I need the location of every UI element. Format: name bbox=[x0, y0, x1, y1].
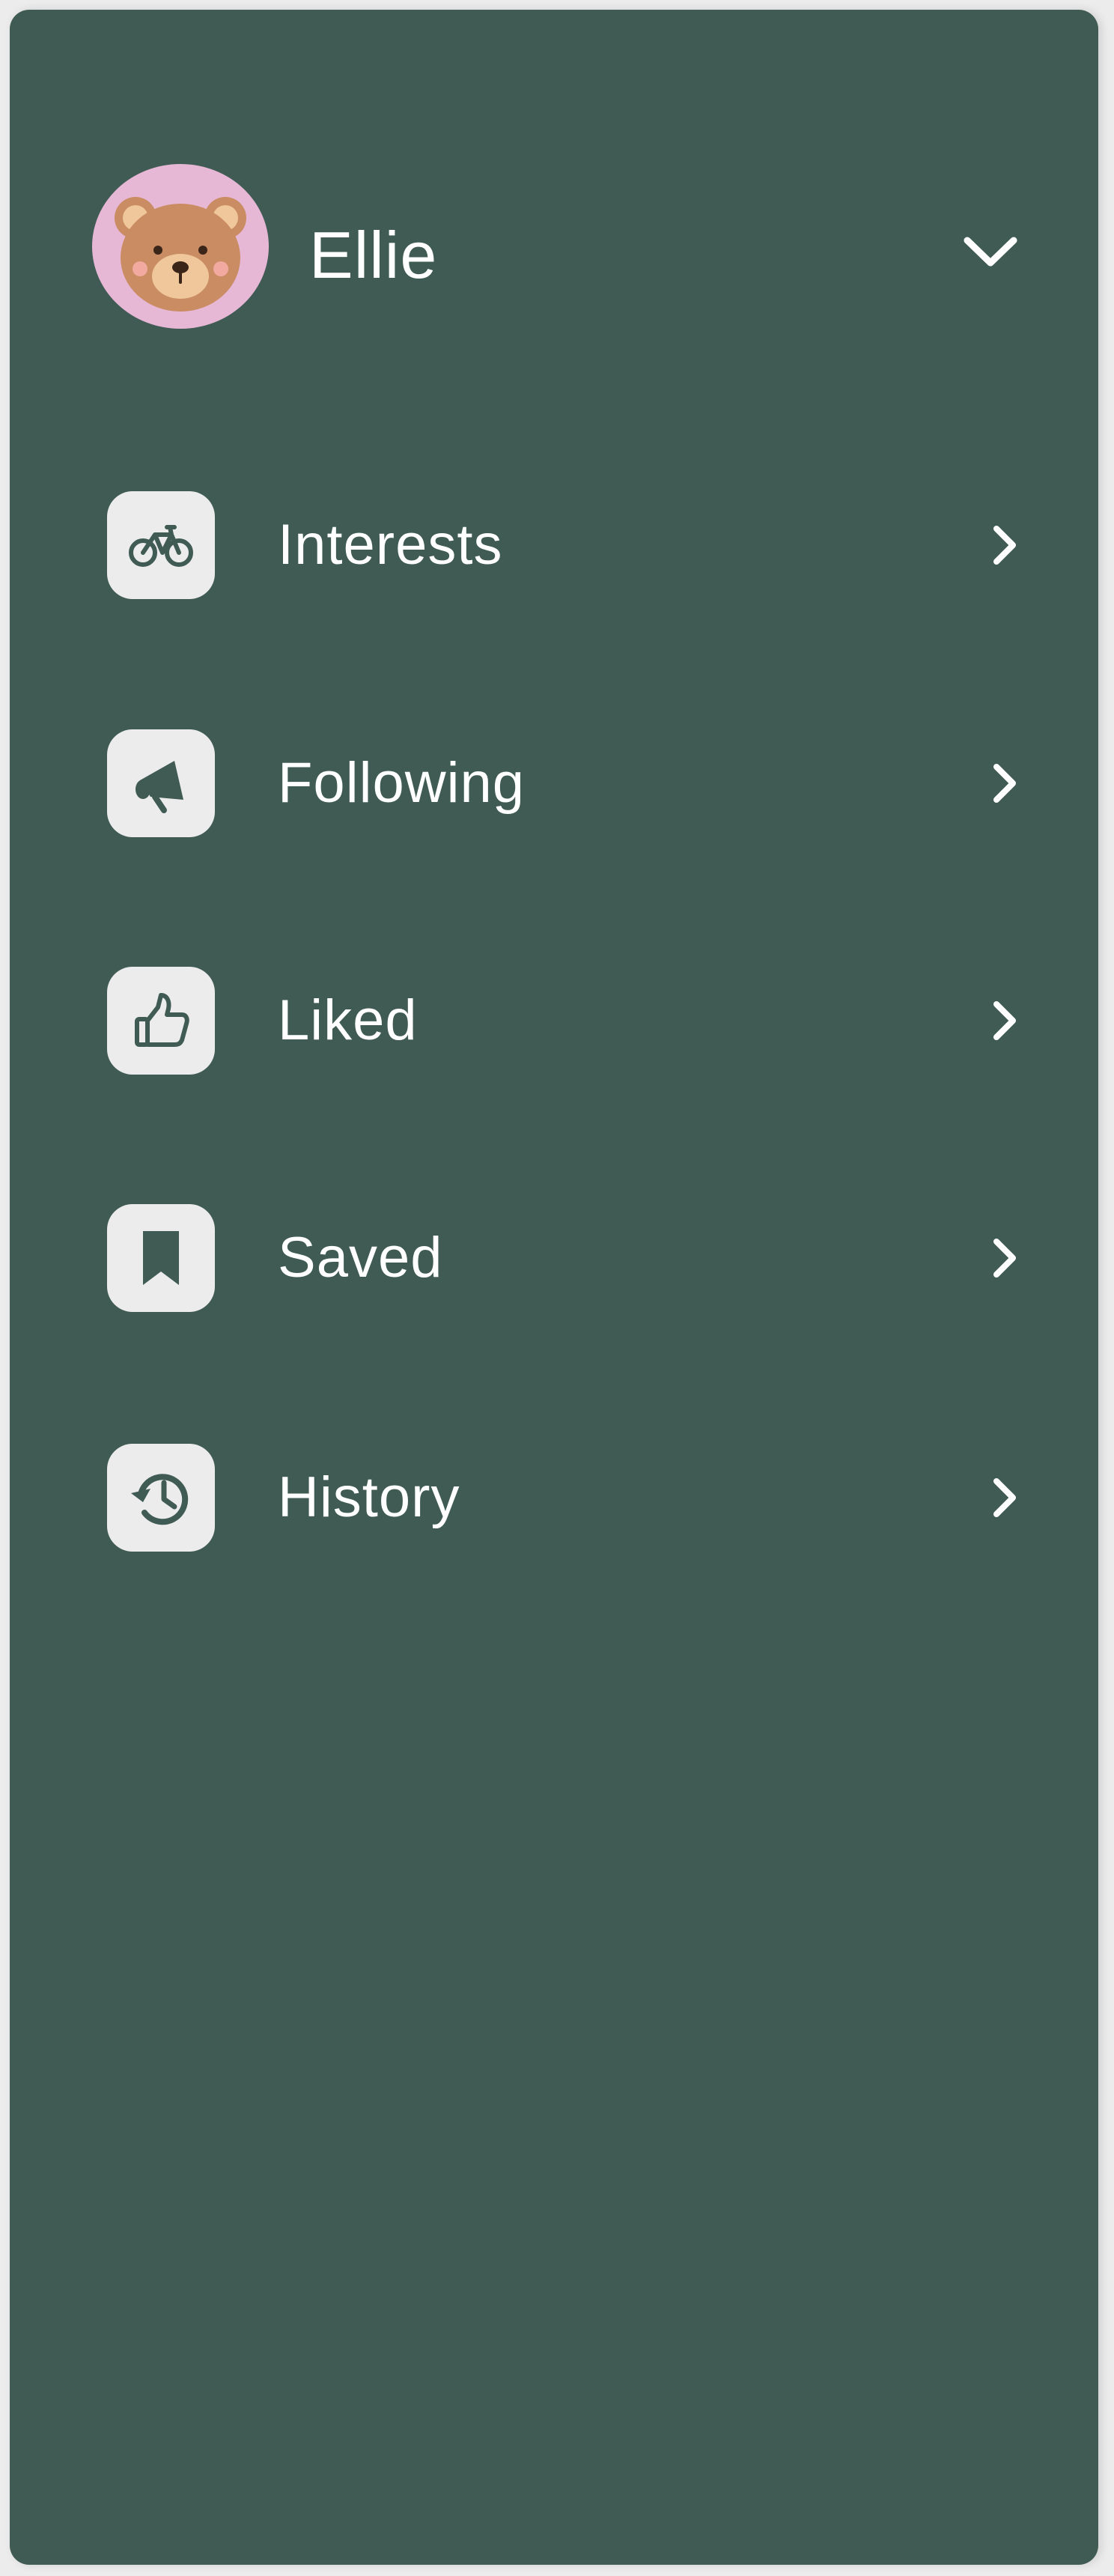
menu-icon-tile bbox=[107, 967, 215, 1075]
menu-item-label: Liked bbox=[278, 988, 418, 1052]
menu-item-label: Interests bbox=[278, 513, 503, 577]
chevron-right-icon bbox=[975, 1228, 1035, 1288]
bicycle-icon bbox=[129, 525, 193, 567]
menu-icon-tile bbox=[107, 1204, 215, 1312]
chevron-right-icon bbox=[975, 515, 1035, 575]
chevron-down-icon bbox=[964, 237, 1017, 267]
menu-item-saved[interactable]: Saved bbox=[10, 1187, 1098, 1329]
thumbs-up-icon bbox=[135, 993, 189, 1047]
menu-item-history[interactable]: History bbox=[10, 1427, 1098, 1569]
menu-icon-tile bbox=[107, 491, 215, 599]
menu-icon-tile bbox=[107, 729, 215, 837]
chevron-right-icon bbox=[975, 1468, 1035, 1528]
avatar[interactable] bbox=[92, 164, 269, 329]
history-icon bbox=[131, 1474, 189, 1525]
menu-item-label: Following bbox=[278, 751, 526, 815]
profile-header[interactable]: Ellie bbox=[10, 10, 1098, 329]
menu-item-following[interactable]: Following bbox=[10, 712, 1098, 854]
menu-item-interests[interactable]: Interests bbox=[10, 474, 1098, 616]
bookmark-icon bbox=[143, 1231, 179, 1285]
profile-name: Ellie bbox=[309, 218, 438, 292]
teddy-bear-avatar bbox=[115, 197, 246, 312]
chevron-right-icon bbox=[975, 991, 1035, 1051]
menu-item-label: Saved bbox=[278, 1226, 443, 1289]
navigation-drawer: Ellie Interests Following Liked Saved Hi… bbox=[10, 10, 1098, 2565]
menu-item-label: History bbox=[278, 1465, 460, 1529]
menu-icon-tile bbox=[107, 1444, 215, 1552]
menu-item-liked[interactable]: Liked bbox=[10, 950, 1098, 1092]
chevron-right-icon bbox=[975, 753, 1035, 813]
profile-dropdown-toggle[interactable] bbox=[953, 219, 1028, 287]
megaphone-icon bbox=[136, 761, 183, 813]
